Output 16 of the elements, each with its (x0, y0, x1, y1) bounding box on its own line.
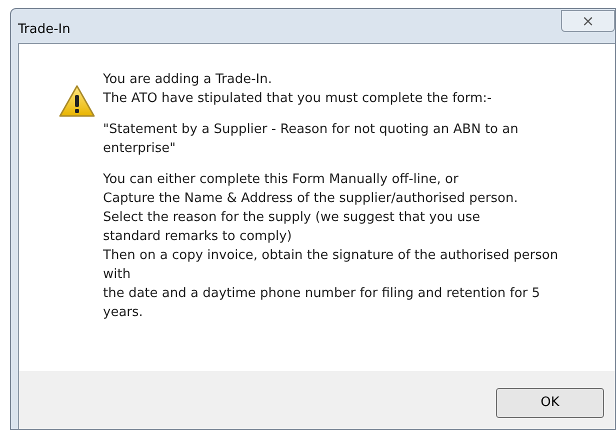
warning-icon (58, 84, 96, 118)
message-text: enterprise" (103, 140, 177, 158)
message-text: You are adding a Trade-In. (103, 71, 273, 89)
ok-button[interactable]: OK (496, 388, 604, 418)
message-text: with (103, 266, 132, 284)
message-text: years. (103, 304, 144, 322)
message-text: Then on a copy invoice, obtain the signature of the authorised person (103, 247, 558, 265)
window-title: Trade-In (18, 21, 70, 39)
message-text: You can either complete this Form Manually off-line, or (103, 171, 460, 189)
message-text: standard remarks to comply) (103, 228, 293, 246)
message-text: Select the reason for the supply (we suggest that you use (103, 209, 482, 227)
message-text: "Statement by a Supplier - Reason for not quoting an ABN to an (103, 121, 520, 139)
message-text: The ATO have stipulated that you must complete the form:- (103, 90, 493, 108)
message-text: Capture the Name & Address of the supplier/authorised person. (103, 190, 519, 208)
close-button[interactable]: ⨯ (561, 10, 615, 32)
message-text: the date and a daytime phone number for filing and retention for 5 (103, 285, 542, 303)
